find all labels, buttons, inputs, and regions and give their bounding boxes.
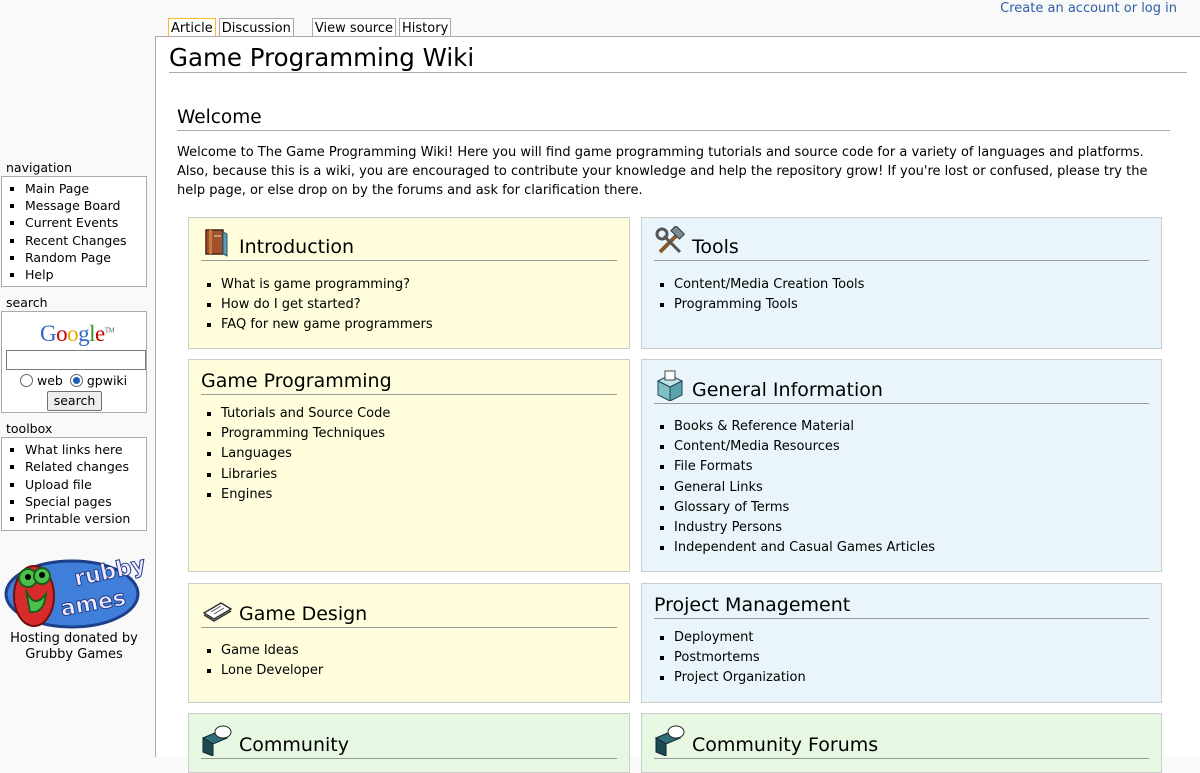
community-forums-heading: Community Forums	[654, 724, 1149, 759]
chat-icon	[654, 725, 685, 756]
search-button[interactable]: search	[47, 391, 102, 412]
link-lone-developer[interactable]: Lone Developer	[221, 661, 323, 681]
navigation-heading: navigation	[6, 160, 72, 175]
search-input[interactable]	[6, 350, 146, 371]
nav-item-main-page[interactable]: Main Page	[25, 180, 146, 197]
community-forums-box: Community Forums	[641, 713, 1162, 773]
project-management-heading: Project Management	[654, 594, 1149, 619]
tool-printable-version[interactable]: Printable version	[25, 510, 146, 527]
link-books-reference-material[interactable]: Books & Reference Material	[674, 417, 935, 437]
introduction-title: Introduction	[239, 236, 355, 258]
link-tutorials-and-source-code[interactable]: Tutorials and Source Code	[221, 404, 390, 424]
paper-icon	[202, 602, 233, 622]
link-libraries[interactable]: Libraries	[221, 465, 390, 485]
introduction-box: Introduction What is game programming? H…	[188, 217, 630, 349]
radio-gpwiki-label: gpwiki	[86, 373, 128, 389]
game-programming-title: Game Programming	[201, 370, 392, 392]
radio-web[interactable]	[20, 374, 33, 388]
tool-upload-file[interactable]: Upload file	[25, 476, 146, 493]
search-portlet: GoogleTM web gpwiki search	[1, 311, 147, 414]
navigation-portlet: Main Page Message Board Current Events R…	[1, 176, 147, 288]
link-faq-new-programmers[interactable]: FAQ for new game programmers	[221, 315, 433, 335]
chat-icon	[201, 725, 232, 756]
tool-related-changes[interactable]: Related changes	[25, 458, 146, 475]
link-languages[interactable]: Languages	[221, 444, 390, 464]
nav-item-help[interactable]: Help	[25, 266, 146, 283]
community-heading: Community	[201, 724, 617, 759]
link-project-organization[interactable]: Project Organization	[674, 668, 806, 688]
nav-item-current-events[interactable]: Current Events	[25, 214, 146, 231]
box-icon	[656, 370, 684, 401]
game-design-title: Game Design	[239, 603, 368, 625]
toolbox-heading: toolbox	[6, 421, 53, 437]
tab-view-source[interactable]: View source	[311, 18, 397, 37]
toolbox-portlet: What links here Related changes Upload f…	[1, 437, 147, 532]
game-design-heading: Game Design	[201, 593, 617, 628]
link-game-ideas[interactable]: Game Ideas	[221, 641, 323, 661]
link-engines[interactable]: Engines	[221, 485, 390, 505]
general-information-heading: General Information	[654, 369, 1149, 404]
nav-item-message-board[interactable]: Message Board	[25, 197, 146, 214]
game-programming-box: Game Programming Tutorials and Source Co…	[188, 359, 630, 572]
tab-discussion[interactable]: Discussion	[218, 18, 294, 37]
hosting-credit: Hosting donated by Grubby Games	[0, 631, 148, 663]
link-deployment[interactable]: Deployment	[674, 628, 806, 648]
link-file-formats[interactable]: File Formats	[674, 457, 935, 477]
tools-icon	[655, 226, 686, 254]
search-scope: web gpwiki	[20, 373, 127, 388]
tool-what-links-here[interactable]: What links here	[25, 441, 146, 458]
tab-article[interactable]: Article	[168, 18, 216, 37]
tool-special-pages[interactable]: Special pages	[25, 493, 146, 510]
general-information-box: General Information Books & Reference Ma…	[641, 359, 1162, 572]
tab-history[interactable]: History	[399, 18, 452, 37]
game-design-box: Game Design Game Ideas Lone Developer	[188, 583, 630, 703]
community-forums-title: Community Forums	[692, 734, 879, 756]
project-management-box: Project Management Deployment Postmortem…	[641, 583, 1162, 703]
link-content-media-creation-tools[interactable]: Content/Media Creation Tools	[674, 275, 864, 295]
link-content-media-resources[interactable]: Content/Media Resources	[674, 437, 935, 457]
link-industry-persons[interactable]: Industry Persons	[674, 518, 935, 538]
introduction-heading: Introduction	[201, 226, 617, 261]
nav-item-random-page[interactable]: Random Page	[25, 249, 146, 266]
radio-gpwiki[interactable]	[69, 374, 83, 388]
project-management-title: Project Management	[654, 594, 851, 616]
link-independent-casual-games[interactable]: Independent and Casual Games Articles	[674, 538, 935, 558]
community-title: Community	[239, 734, 349, 756]
grubby-games-logo[interactable]: rubby ames	[4, 550, 149, 634]
google-logo: GoogleTM	[40, 321, 115, 347]
hosting-line1: Hosting donated by	[10, 631, 138, 646]
link-programming-tools[interactable]: Programming Tools	[674, 295, 864, 315]
page-tabs: Article Discussion View source History	[168, 18, 454, 37]
general-information-title: General Information	[692, 379, 883, 401]
community-box: Community	[188, 713, 630, 773]
intro-paragraph: Welcome to The Game Programming Wiki! He…	[177, 145, 1148, 198]
nav-item-recent-changes[interactable]: Recent Changes	[25, 232, 146, 249]
link-glossary-of-terms[interactable]: Glossary of Terms	[674, 498, 935, 518]
sidebar: navigation Main Page Message Board Curre…	[0, 160, 155, 662]
page-title: Game Programming Wiki	[169, 43, 1187, 73]
tools-box: Tools Content/Media Creation Tools Progr…	[641, 217, 1162, 349]
link-postmortems[interactable]: Postmortems	[674, 648, 806, 668]
login-link[interactable]: Create an account or log in	[1000, 1, 1177, 16]
hosting-line2[interactable]: Grubby Games	[0, 647, 148, 663]
link-how-do-i-get-started[interactable]: How do I get started?	[221, 295, 433, 315]
book-icon	[205, 229, 228, 257]
search-heading: search	[6, 295, 48, 311]
tools-heading: Tools	[654, 226, 1149, 261]
link-general-links[interactable]: General Links	[674, 478, 935, 498]
tools-title: Tools	[692, 236, 739, 258]
radio-web-label: web	[37, 373, 63, 389]
welcome-heading: Welcome	[177, 107, 1170, 131]
game-programming-heading: Game Programming	[201, 370, 617, 395]
link-what-is-game-programming[interactable]: What is game programming?	[221, 275, 433, 295]
link-programming-techniques[interactable]: Programming Techniques	[221, 424, 390, 444]
content-area: Game Programming Wiki Welcome Welcome to…	[155, 36, 1200, 773]
